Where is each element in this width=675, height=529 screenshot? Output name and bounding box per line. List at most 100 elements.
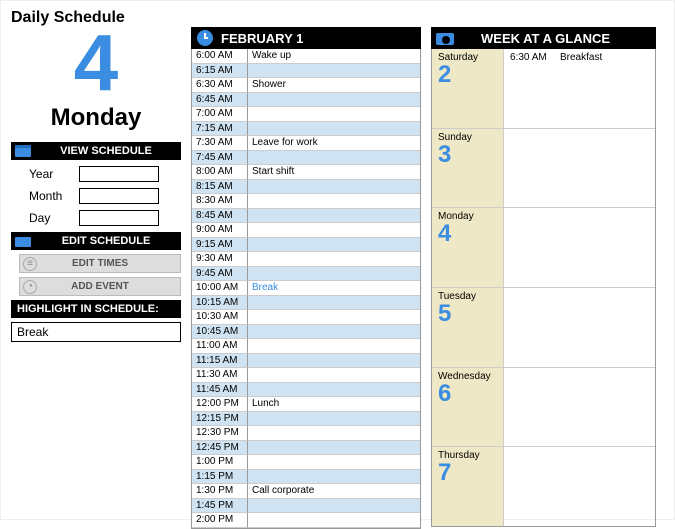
schedule-time: 8:00 AM xyxy=(192,165,248,180)
schedule-row[interactable]: 8:15 AM xyxy=(192,180,420,195)
schedule-time: 7:15 AM xyxy=(192,122,248,137)
schedule-row[interactable]: 7:30 AMLeave for work xyxy=(192,136,420,151)
schedule-row[interactable]: 2:00 PM xyxy=(192,513,420,528)
schedule-row[interactable]: 1:45 PM xyxy=(192,499,420,514)
week-day[interactable]: Wednesday6 xyxy=(432,368,655,448)
schedule-row[interactable]: 10:30 AM xyxy=(192,310,420,325)
schedule-row[interactable]: 9:45 AM xyxy=(192,267,420,282)
highlight-value-box[interactable]: Break xyxy=(11,322,181,342)
schedule-row[interactable]: 7:00 AM xyxy=(192,107,420,122)
week-day-number: 7 xyxy=(438,461,497,485)
view-schedule-label: VIEW SCHEDULE xyxy=(60,145,152,157)
schedule-event xyxy=(248,223,420,238)
schedule-event: Wake up xyxy=(248,49,420,64)
schedule-row[interactable]: 1:00 PM xyxy=(192,455,420,470)
schedule-event: Start shift xyxy=(248,165,420,180)
schedule-time: 6:15 AM xyxy=(192,64,248,79)
add-event-button[interactable]: ◔ ADD EVENT xyxy=(19,277,181,296)
schedule-event xyxy=(248,267,420,282)
edit-schedule-header: EDIT SCHEDULE xyxy=(11,232,181,250)
week-day-number: 5 xyxy=(438,302,497,326)
schedule-event xyxy=(248,455,420,470)
edit-times-button[interactable]: ≡ EDIT TIMES xyxy=(19,254,181,273)
schedule-row[interactable]: 9:15 AM xyxy=(192,238,420,253)
week-day[interactable]: Tuesday5 xyxy=(432,288,655,368)
highlight-value: Break xyxy=(17,325,48,339)
year-input[interactable] xyxy=(79,166,159,182)
schedule-row[interactable]: 6:30 AMShower xyxy=(192,78,420,93)
schedule-row[interactable]: 9:30 AM xyxy=(192,252,420,267)
week-day[interactable]: Sunday3 xyxy=(432,129,655,209)
schedule-event xyxy=(248,412,420,427)
schedule-row[interactable]: 12:30 PM xyxy=(192,426,420,441)
week-day-left: Tuesday5 xyxy=(432,288,504,367)
schedule-time: 9:45 AM xyxy=(192,267,248,282)
highlight-label: HIGHLIGHT IN SCHEDULE: xyxy=(17,303,159,315)
schedule-row[interactable]: 10:00 AMBreak xyxy=(192,281,420,296)
schedule-event xyxy=(248,122,420,137)
schedule-event xyxy=(248,180,420,195)
schedule-row[interactable]: 10:15 AM xyxy=(192,296,420,311)
schedule-header-text: FEBRUARY 1 xyxy=(221,31,303,46)
week-panel: WEEK AT A GLANCE Saturday26:30 AMBreakfa… xyxy=(431,27,656,527)
schedule-row[interactable]: 8:30 AM xyxy=(192,194,420,209)
schedule-row[interactable]: 11:00 AM xyxy=(192,339,420,354)
schedule-event xyxy=(248,252,420,267)
week-header: WEEK AT A GLANCE xyxy=(431,27,656,49)
week-day[interactable]: Saturday26:30 AMBreakfast xyxy=(432,49,655,129)
schedule-row[interactable]: 12:00 PMLunch xyxy=(192,397,420,412)
schedule-time: 7:30 AM xyxy=(192,136,248,151)
schedule-time: 2:00 PM xyxy=(192,513,248,528)
schedule-time: 9:30 AM xyxy=(192,252,248,267)
schedule-event xyxy=(248,513,420,528)
week-day[interactable]: Monday4 xyxy=(432,208,655,288)
schedule-time: 6:45 AM xyxy=(192,93,248,108)
current-day-name: Monday xyxy=(11,104,181,132)
schedule-row[interactable]: 11:45 AM xyxy=(192,383,420,398)
schedule-row[interactable]: 7:15 AM xyxy=(192,122,420,137)
clock-icon xyxy=(195,29,215,47)
month-input[interactable] xyxy=(79,188,159,204)
schedule-row[interactable]: 12:15 PM xyxy=(192,412,420,427)
schedule-row[interactable]: 9:00 AM xyxy=(192,223,420,238)
week-day-events xyxy=(504,208,655,287)
week-day-events: 6:30 AMBreakfast xyxy=(504,49,655,128)
schedule-panel: FEBRUARY 1 6:00 AMWake up6:15 AM6:30 AMS… xyxy=(191,27,421,529)
schedule-row[interactable]: 11:30 AM xyxy=(192,368,420,383)
schedule-event xyxy=(248,107,420,122)
week-day-events xyxy=(504,447,655,526)
month-row: Month xyxy=(29,188,181,204)
schedule-row[interactable]: 1:15 PM xyxy=(192,470,420,485)
schedule-time: 12:00 PM xyxy=(192,397,248,412)
schedule-event xyxy=(248,368,420,383)
week-event-label: Breakfast xyxy=(560,52,602,63)
week-day-events xyxy=(504,368,655,447)
day-row: Day xyxy=(29,210,181,226)
schedule-row[interactable]: 1:30 PMCall corporate xyxy=(192,484,420,499)
schedule-event xyxy=(248,441,420,456)
week-day-left: Sunday3 xyxy=(432,129,504,208)
week-day-events xyxy=(504,129,655,208)
year-label: Year xyxy=(29,167,73,181)
schedule-row[interactable]: 8:45 AM xyxy=(192,209,420,224)
schedule-row[interactable]: 10:45 AM xyxy=(192,325,420,340)
schedule-row[interactable]: 12:45 PM xyxy=(192,441,420,456)
day-input[interactable] xyxy=(79,210,159,226)
schedule-row[interactable]: 11:15 AM xyxy=(192,354,420,369)
schedule-row[interactable]: 6:45 AM xyxy=(192,93,420,108)
schedule-row[interactable]: 6:15 AM xyxy=(192,64,420,79)
month-label: Month xyxy=(29,189,73,203)
schedule-time: 7:00 AM xyxy=(192,107,248,122)
schedule-time: 1:30 PM xyxy=(192,484,248,499)
schedule-row[interactable]: 6:00 AMWake up xyxy=(192,49,420,64)
schedule-time: 9:15 AM xyxy=(192,238,248,253)
schedule-time: 10:45 AM xyxy=(192,325,248,340)
schedule-time: 10:00 AM xyxy=(192,281,248,296)
schedule-body: 6:00 AMWake up6:15 AM6:30 AMShower6:45 A… xyxy=(191,49,421,529)
schedule-event: Shower xyxy=(248,78,420,93)
schedule-row[interactable]: 8:00 AMStart shift xyxy=(192,165,420,180)
schedule-event xyxy=(248,194,420,209)
week-day[interactable]: Thursday7 xyxy=(432,447,655,526)
schedule-time: 8:30 AM xyxy=(192,194,248,209)
schedule-row[interactable]: 7:45 AM xyxy=(192,151,420,166)
